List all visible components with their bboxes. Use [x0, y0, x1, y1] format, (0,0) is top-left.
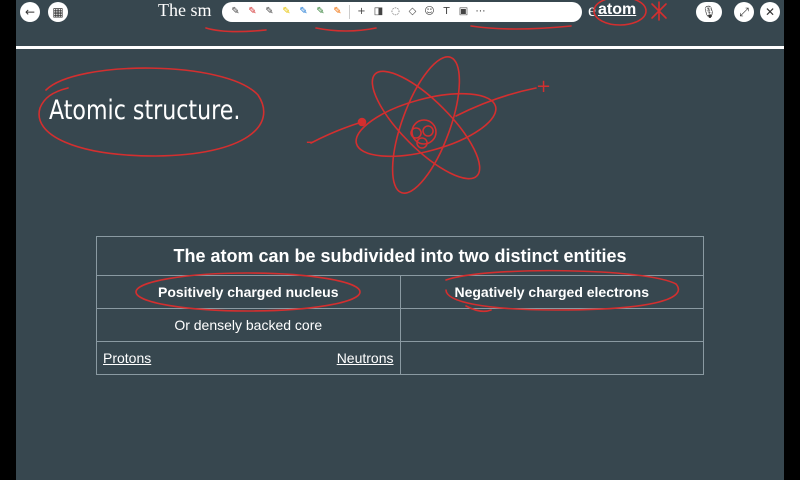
- microphone-icon: 🎙: [701, 5, 717, 19]
- lasso-icon[interactable]: ◌: [388, 4, 403, 20]
- pen-red-icon[interactable]: ✎: [245, 4, 260, 20]
- cell-nucleus: Positively charged nucleus: [96, 275, 401, 309]
- ink-nucleus-detail: [410, 125, 434, 149]
- slide-heading: Atomic structure.: [49, 95, 241, 126]
- ink-electron: [357, 117, 367, 127]
- neutrons-label: Neutrons: [336, 350, 394, 366]
- ink-orbit-1: [355, 92, 497, 158]
- mic-button[interactable]: 🎙: [696, 2, 722, 22]
- ink-minus-label: -: [306, 131, 313, 152]
- ink-title-underline: [205, 25, 572, 33]
- protons-label: Protons: [103, 350, 152, 366]
- back-button[interactable]: ←: [20, 2, 40, 22]
- ink-nucleus: [411, 119, 437, 145]
- shapes-icon[interactable]: ◇: [405, 4, 420, 20]
- grid-icon: ▦: [52, 5, 64, 19]
- title-text-start: The sm: [158, 0, 212, 20]
- pen-black-icon[interactable]: ✎: [262, 4, 277, 20]
- table-header: The atom can be subdivided into two dist…: [96, 236, 704, 276]
- pen-orange-icon[interactable]: ✎: [330, 4, 345, 20]
- expand-button[interactable]: ⤢: [734, 2, 754, 22]
- title-text-end: e: [588, 0, 596, 20]
- ink-arrow-left: [310, 121, 363, 144]
- sticker-icon[interactable]: ☺: [422, 4, 437, 20]
- ink-plus-label: +: [536, 76, 551, 97]
- image-icon[interactable]: ▣: [456, 4, 471, 20]
- title-divider: [16, 46, 784, 49]
- pen-icon[interactable]: ✎: [228, 4, 243, 20]
- whiteboard-canvas[interactable]: The sm e atom Atomic structure. The atom…: [16, 0, 784, 480]
- ink-orbit-3: [391, 56, 461, 194]
- close-button[interactable]: ✕: [760, 2, 780, 22]
- more-icon[interactable]: ⋯: [473, 4, 488, 20]
- ink-orbit-2: [371, 70, 481, 180]
- cell-empty-2: [399, 341, 704, 375]
- close-icon: ✕: [764, 5, 776, 19]
- arrow-left-icon: ←: [24, 5, 36, 19]
- ink-arrow-right: [455, 87, 537, 117]
- highlighter-yellow-icon[interactable]: ✎: [279, 4, 294, 20]
- cell-electrons: Negatively charged electrons: [399, 275, 704, 309]
- add-icon[interactable]: +: [354, 4, 369, 20]
- text-icon[interactable]: T: [439, 4, 454, 20]
- pages-button[interactable]: ▦: [48, 2, 68, 22]
- cell-particles: Protons Neutrons: [96, 341, 401, 375]
- cell-empty-1: [399, 308, 704, 342]
- drawing-toolbar: ✎ ✎ ✎ ✎ ✎ ✎ ✎ + ◨ ◌ ◇ ☺ T ▣ ⋯: [222, 2, 582, 22]
- toolbar-separator: [349, 5, 350, 19]
- highlighter-blue-icon[interactable]: ✎: [296, 4, 311, 20]
- cell-core: Or densely backed core: [96, 308, 401, 342]
- atom-table: The atom can be subdivided into two dist…: [96, 236, 704, 375]
- expand-icon: ⤢: [739, 5, 749, 19]
- title-keyword: atom: [598, 1, 637, 18]
- pen-green-icon[interactable]: ✎: [313, 4, 328, 20]
- eraser-icon[interactable]: ◨: [371, 4, 386, 20]
